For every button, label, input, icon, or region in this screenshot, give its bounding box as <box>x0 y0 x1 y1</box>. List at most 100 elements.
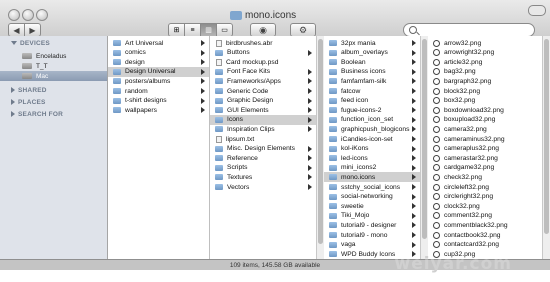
list-item[interactable]: function_icon_set <box>324 115 420 125</box>
sidebar-header-places[interactable]: PLACES <box>11 99 46 106</box>
list-item[interactable]: sstchy_social_icons <box>324 182 420 192</box>
item-label: Tiki_Mojo <box>341 212 370 220</box>
list-item[interactable]: album_overlays <box>324 48 420 58</box>
list-item[interactable]: commentblack32.png <box>428 220 542 230</box>
list-view-button[interactable]: ≡ <box>184 23 201 37</box>
list-item[interactable]: Reference <box>210 153 316 163</box>
list-item[interactable]: cameraplus32.png <box>428 144 542 154</box>
list-item[interactable]: Buttons <box>210 48 316 58</box>
list-item[interactable]: wallpapers <box>108 105 209 115</box>
list-item[interactable]: Vectors <box>210 182 316 192</box>
list-item[interactable]: cameraminus32.png <box>428 134 542 144</box>
list-item[interactable]: circleleft32.png <box>428 182 542 192</box>
scroll-thumb[interactable] <box>422 39 427 239</box>
list-item[interactable]: tutorial9 - designer <box>324 220 420 230</box>
gear-icon: ⚙ <box>298 24 308 35</box>
list-item[interactable]: random <box>108 86 209 96</box>
zoom-button[interactable] <box>36 9 48 21</box>
coverflow-view-button[interactable]: ▭ <box>216 23 233 37</box>
toolbar-toggle-button[interactable] <box>528 5 546 16</box>
list-item[interactable]: Frameworks/Apps <box>210 76 316 86</box>
list-item[interactable]: lipsum.txt <box>210 134 316 144</box>
list-item[interactable]: fugue-icons-2 <box>324 105 420 115</box>
item-label: Misc. Design Elements <box>227 145 296 153</box>
list-item[interactable]: comics <box>108 48 209 58</box>
list-item[interactable]: Misc. Design Elements <box>210 144 316 154</box>
back-button[interactable]: ◀ <box>8 23 25 37</box>
close-button[interactable] <box>8 9 20 21</box>
list-item[interactable]: contactcard32.png <box>428 240 542 250</box>
list-item[interactable]: Boolean <box>324 57 420 67</box>
quicklook-button[interactable]: ◉ <box>250 23 276 37</box>
column-view-button[interactable]: ▥ <box>200 23 217 37</box>
list-item[interactable]: circleright32.png <box>428 192 542 202</box>
column-4-scrollbar[interactable] <box>542 36 550 259</box>
list-item[interactable]: led-icons <box>324 153 420 163</box>
list-item[interactable]: sweetie <box>324 201 420 211</box>
list-item[interactable]: mono.icons <box>324 172 420 183</box>
list-item[interactable]: clock32.png <box>428 201 542 211</box>
list-item[interactable]: birdbrushes.abr <box>210 38 316 48</box>
list-item[interactable]: article32.png <box>428 57 542 67</box>
list-item[interactable]: graphicpush_blogicons <box>324 124 420 134</box>
list-item[interactable]: Design Universal <box>108 66 209 77</box>
list-item[interactable]: contactbook32.png <box>428 230 542 240</box>
column-2-scrollbar[interactable] <box>316 36 324 259</box>
list-item[interactable]: Business icons <box>324 67 420 77</box>
search-field[interactable] <box>403 23 535 37</box>
item-label: t-shirt designs <box>125 97 167 105</box>
list-item[interactable]: arrow32.png <box>428 38 542 48</box>
sidebar-item-device[interactable]: Mac <box>0 71 107 81</box>
list-item[interactable]: tutorial9 - mono <box>324 230 420 240</box>
list-item[interactable]: Tiki_Mojo <box>324 211 420 221</box>
list-item[interactable]: iCandies-icon-set <box>324 134 420 144</box>
list-item[interactable]: social-networking <box>324 192 420 202</box>
list-item[interactable]: posters/albums <box>108 76 209 86</box>
list-item[interactable]: bag32.png <box>428 67 542 77</box>
list-item[interactable]: GUI Elements <box>210 105 316 115</box>
list-item[interactable]: camera32.png <box>428 124 542 134</box>
list-item[interactable]: Font Face Kits <box>210 67 316 77</box>
list-item[interactable]: fatcow <box>324 86 420 96</box>
sidebar-item-device[interactable]: Enceladus <box>0 51 107 61</box>
list-item[interactable]: arrowright32.png <box>428 48 542 58</box>
list-item[interactable]: mini_icons2 <box>324 163 420 173</box>
sidebar-header-search-for[interactable]: SEARCH FOR <box>11 111 63 118</box>
list-item[interactable]: t-shirt designs <box>108 96 209 106</box>
list-item[interactable]: Art Universal <box>108 38 209 48</box>
chevron-right-icon <box>412 155 416 162</box>
icon-view-button[interactable]: ⊞ <box>168 23 185 37</box>
list-item[interactable]: Card mockup.psd <box>210 57 316 67</box>
list-item[interactable]: block32.png <box>428 86 542 96</box>
list-item[interactable]: Generic Code <box>210 86 316 96</box>
list-item[interactable]: boxupload32.png <box>428 115 542 125</box>
list-item[interactable]: camerastar32.png <box>428 153 542 163</box>
list-item[interactable]: box32.png <box>428 96 542 106</box>
action-button[interactable]: ⚙ <box>290 23 316 37</box>
list-item[interactable]: Textures <box>210 172 316 182</box>
list-item[interactable]: check32.png <box>428 172 542 182</box>
list-item[interactable]: design <box>108 57 209 67</box>
list-item[interactable]: 32px mania <box>324 38 420 48</box>
list-item[interactable]: famfamfam-silk <box>324 76 420 86</box>
sidebar-header-devices[interactable]: DEVICES <box>11 40 50 47</box>
column-3-scrollbar[interactable] <box>420 36 428 259</box>
chevron-right-icon <box>412 107 416 114</box>
list-item[interactable]: kol-iKons <box>324 144 420 154</box>
list-item[interactable]: vaga <box>324 240 420 250</box>
list-item[interactable]: Icons <box>210 114 316 125</box>
sidebar-header-shared[interactable]: SHARED <box>11 87 47 94</box>
scroll-thumb[interactable] <box>318 39 323 244</box>
scroll-thumb[interactable] <box>544 39 549 234</box>
list-item[interactable]: Scripts <box>210 163 316 173</box>
list-item[interactable]: bargraph32.png <box>428 76 542 86</box>
list-item[interactable]: feed icon <box>324 96 420 106</box>
forward-button[interactable]: ▶ <box>24 23 41 37</box>
list-item[interactable]: cardgame32.png <box>428 163 542 173</box>
list-item[interactable]: Inspiration Clips <box>210 124 316 134</box>
list-item[interactable]: Graphic Design <box>210 96 316 106</box>
minimize-button[interactable] <box>22 9 34 21</box>
list-item[interactable]: comment32.png <box>428 211 542 221</box>
list-item[interactable]: boxdownload32.png <box>428 105 542 115</box>
sidebar-item-device[interactable]: T_T <box>0 61 107 71</box>
